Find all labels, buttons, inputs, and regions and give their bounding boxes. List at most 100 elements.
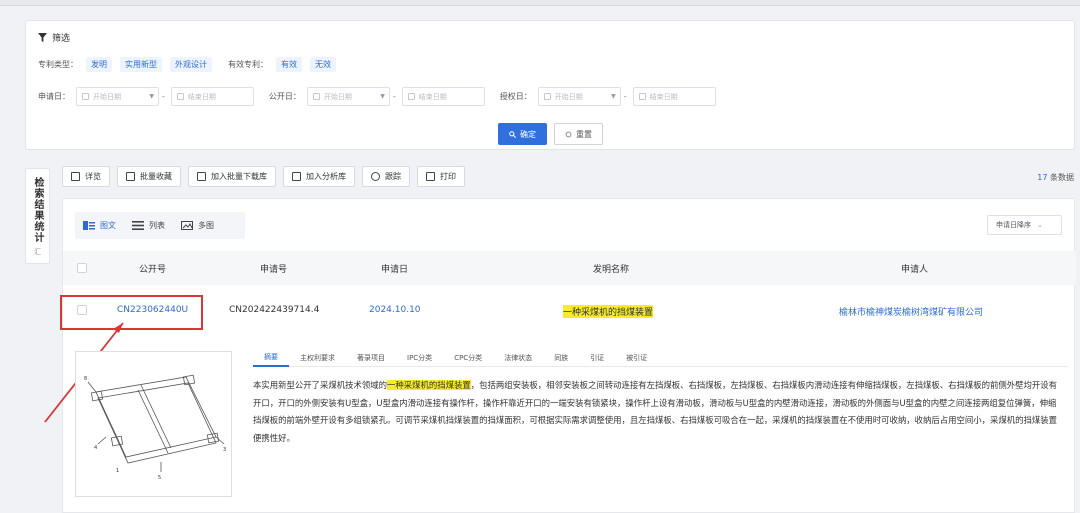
printer-icon xyxy=(426,172,435,181)
view-list[interactable]: 列表 xyxy=(132,220,165,231)
chevron-down-icon: ▼ xyxy=(380,93,385,100)
patent-type-row: 专利类型： 发明 实用新型 外观设计 有效专利： 有效 无效 xyxy=(38,57,336,72)
refresh-icon xyxy=(565,131,572,137)
date-separator: - xyxy=(623,92,627,101)
detail-tabs: 摘要 主权利要求 著录项目 IPC分类 CPC分类 法律状态 同族 引证 被引证 xyxy=(253,349,1068,367)
svg-text:5: 5 xyxy=(158,475,161,481)
tab-cpc[interactable]: CPC分类 xyxy=(443,349,493,367)
result-toolbar: 详览 批量收藏 加入批量下载库 加入分析库 跟踪 打印 xyxy=(62,166,465,187)
confirm-button[interactable]: 确定 xyxy=(498,123,547,145)
date-separator: - xyxy=(392,92,396,101)
favorite-folder-icon xyxy=(126,172,135,181)
view-switcher: 图文 列表 多图 xyxy=(75,212,245,239)
reset-label: 重置 xyxy=(576,129,592,139)
search-icon xyxy=(509,130,516,138)
calendar-icon xyxy=(312,93,320,100)
result-stats-tab[interactable]: 检索结果统计 汇 xyxy=(25,168,50,264)
grant-date-end[interactable]: 结束日期 xyxy=(632,87,716,106)
date-separator: - xyxy=(162,92,165,101)
valid-label: 有效专利： xyxy=(228,60,268,69)
abstract-keyword-highlight: 一种采煤机的挡煤装置 xyxy=(387,380,471,390)
filter-title: 筛选 xyxy=(52,34,71,44)
filter-header: 筛选 xyxy=(38,31,70,44)
grant-date-label: 授权日： xyxy=(499,92,532,101)
svg-text:1: 1 xyxy=(116,468,119,474)
tab-main-claim[interactable]: 主权利要求 xyxy=(289,349,346,367)
calendar-icon xyxy=(176,93,184,100)
abstract-text: 本实用新型公开了采煤机技术领域的一种采煤机的挡煤装置，包括两组安装板，相邻安装板… xyxy=(253,380,1057,443)
patent-type-label: 专利类型： xyxy=(38,60,78,69)
col-title: 发明名称 xyxy=(593,265,630,275)
chip-invention[interactable]: 发明 xyxy=(86,57,112,72)
calendar-icon xyxy=(407,93,415,100)
print-button[interactable]: 打印 xyxy=(417,166,465,187)
chip-invalid[interactable]: 无效 xyxy=(310,57,336,72)
results-panel: 图文 列表 多图 申请日降序 ⌄ 公开号 申请号 申请日 发明名称 申请人 CN… xyxy=(44,198,1076,513)
date-row: 申请日： 开始日期 ▼ - 结束日期 公开日： 开始日期 ▼ - 结束日期 授权日：… xyxy=(38,87,716,106)
sort-select[interactable]: 申请日降序 ⌄ xyxy=(987,215,1062,235)
table-row: CN223062440U CN202422439714.4 2024.10.10… xyxy=(60,291,1076,331)
tab-family[interactable]: 同族 xyxy=(543,349,579,367)
patent-title-link[interactable]: 一种采煤机的挡煤装置 xyxy=(563,305,654,318)
calendar-icon xyxy=(638,93,646,100)
col-app-date: 申请日 xyxy=(381,265,409,275)
confirm-label: 确定 xyxy=(520,129,536,139)
chevron-down-icon: ▼ xyxy=(611,93,616,100)
browser-strip xyxy=(0,0,1080,6)
tab-bibliography[interactable]: 著录项目 xyxy=(346,349,396,367)
tab-abstract[interactable]: 摘要 xyxy=(253,349,289,367)
detail-view-button[interactable]: 详览 xyxy=(62,166,110,187)
table-header: 公开号 申请号 申请日 发明名称 申请人 xyxy=(63,251,1076,285)
app-date: 2024.10.10 xyxy=(369,305,421,315)
result-count: 17 条数据 xyxy=(1037,173,1074,182)
apply-date-end[interactable]: 结束日期 xyxy=(170,87,254,106)
select-all-checkbox[interactable] xyxy=(77,263,87,273)
reset-button[interactable]: 重置 xyxy=(554,123,603,145)
apply-date-start[interactable]: 开始日期 ▼ xyxy=(76,87,159,106)
patent-drawing-image: 8 4 3 5 1 xyxy=(84,374,226,481)
add-download-button[interactable]: 加入批量下载库 xyxy=(188,166,276,187)
publish-date-label: 公开日： xyxy=(268,92,301,101)
svg-text:8: 8 xyxy=(84,376,87,382)
svg-text:4: 4 xyxy=(94,445,97,451)
apply-date-label: 申请日： xyxy=(38,92,70,101)
col-applicant: 申请人 xyxy=(901,265,929,275)
tab-cited-by[interactable]: 被引证 xyxy=(615,349,658,367)
tab-ipc[interactable]: IPC分类 xyxy=(396,349,443,367)
filter-panel: 筛选 专利类型： 发明 实用新型 外观设计 有效专利： 有效 无效 申请日： 开… xyxy=(25,20,1075,150)
list-icon xyxy=(132,221,144,230)
chevron-down-icon: ⌄ xyxy=(1037,221,1043,229)
document-icon xyxy=(71,172,80,181)
view-multi-image[interactable]: 多图 xyxy=(181,220,214,231)
grant-date-start[interactable]: 开始日期 ▼ xyxy=(537,87,621,106)
patent-detail: 摘要 主权利要求 著录项目 IPC分类 CPC分类 法律状态 同族 引证 被引证… xyxy=(253,349,1068,447)
image-text-icon xyxy=(83,221,95,230)
view-image-text[interactable]: 图文 xyxy=(83,220,116,231)
track-button[interactable]: 跟踪 xyxy=(362,166,410,187)
publish-date-end[interactable]: 结束日期 xyxy=(401,87,485,106)
chip-design[interactable]: 外观设计 xyxy=(170,57,212,72)
result-stats-label: 检索结果统计 xyxy=(32,177,43,243)
batch-favorite-button[interactable]: 批量收藏 xyxy=(117,166,181,187)
calendar-icon xyxy=(543,93,551,100)
publish-date-start[interactable]: 开始日期 ▼ xyxy=(306,87,390,106)
add-analysis-button[interactable]: 加入分析库 xyxy=(283,166,355,187)
col-pub-no: 公开号 xyxy=(139,265,167,275)
tab-legal-status[interactable]: 法律状态 xyxy=(493,349,543,367)
result-stats-sub: 汇 xyxy=(34,248,41,256)
chip-utility-model[interactable]: 实用新型 xyxy=(120,57,162,72)
svg-text:3: 3 xyxy=(223,447,226,453)
funnel-icon xyxy=(38,33,47,42)
chip-valid[interactable]: 有效 xyxy=(276,57,302,72)
patent-drawing-thumbnail[interactable]: 8 4 3 5 1 xyxy=(75,351,232,497)
download-icon xyxy=(197,172,206,181)
calendar-icon xyxy=(82,93,89,100)
track-icon xyxy=(371,172,380,181)
sort-label: 申请日降序 xyxy=(996,221,1031,229)
gallery-icon xyxy=(181,221,193,230)
applicant-link[interactable]: 榆林市榆神煤炭榆树湾煤矿有限公司 xyxy=(839,305,983,318)
tab-citation[interactable]: 引证 xyxy=(579,349,615,367)
app-no: CN202422439714.4 xyxy=(229,305,320,315)
chevron-down-icon: ▼ xyxy=(149,93,154,100)
analysis-icon xyxy=(292,172,301,181)
